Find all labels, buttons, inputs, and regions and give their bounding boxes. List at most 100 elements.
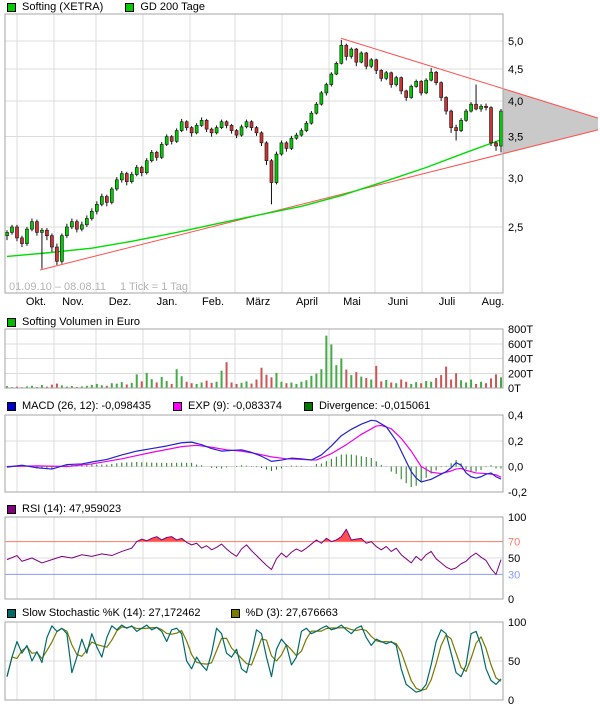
volume-bar [216, 382, 218, 388]
candle-body [220, 122, 223, 128]
volume-bar [315, 374, 317, 388]
candle-body [460, 120, 463, 130]
lower-trendline [40, 130, 598, 270]
period-label: 01.09.10 – 08.08.11 [9, 281, 106, 293]
candle-body [385, 73, 388, 78]
candle-body [60, 236, 63, 262]
volume-bar [241, 383, 243, 388]
candle-body [70, 222, 73, 227]
panel-border [5, 14, 503, 293]
candle-body [95, 204, 98, 211]
candle-body [435, 72, 438, 82]
volume-bar [236, 384, 238, 388]
volume-bar [320, 369, 322, 388]
candle-body [390, 73, 393, 85]
candle-body [210, 129, 213, 133]
candle-body [375, 60, 378, 71]
volume-bar [280, 382, 282, 388]
candle-body [65, 227, 68, 236]
volume-bar [370, 380, 372, 388]
volume-bar [450, 380, 452, 388]
volume-bar [405, 382, 407, 388]
volume-bar [206, 381, 208, 388]
candle-body [130, 174, 133, 181]
candle-body [495, 143, 498, 146]
volume-bar [191, 383, 193, 388]
volume-bar [126, 384, 128, 388]
candle-body [75, 222, 78, 229]
candle-body [215, 128, 218, 133]
volume-bar [275, 373, 277, 388]
y-axis-label: 5,0 [508, 36, 523, 48]
candle-body [155, 152, 158, 157]
y-axis-label: 200T [508, 368, 533, 380]
volume-bar [166, 381, 168, 388]
candle-body [40, 230, 43, 232]
candle-body [180, 122, 183, 131]
candle-body [310, 113, 313, 123]
y-axis-label: 2,5 [508, 222, 523, 234]
volume-bar [455, 373, 457, 388]
rsi-overbought-fill [7, 529, 501, 574]
volume-bar [325, 336, 327, 388]
candle-body [335, 63, 338, 74]
chart-page: Softing (XETRA) GD 200 Tage Softing Volu… [0, 0, 600, 710]
y-axis-label: 0,2 [508, 436, 523, 448]
volume-bar [335, 365, 337, 388]
month-label: April [296, 296, 318, 308]
candle-body [440, 83, 443, 98]
volume-bar [480, 382, 482, 388]
volume-bar [380, 381, 382, 388]
candle-body [480, 106, 483, 109]
candle-body [45, 230, 48, 235]
y-axis-label: 0,4 [508, 410, 523, 422]
month-label: März [246, 296, 270, 308]
candle-body [55, 247, 58, 261]
candle-body [230, 125, 233, 130]
volume-bar [141, 381, 143, 388]
volume-bar [340, 359, 342, 389]
candle-body [475, 104, 478, 109]
y-axis-label: -0,2 [508, 487, 527, 499]
candle-body [165, 137, 168, 145]
month-label: Jan. [157, 296, 178, 308]
candle-body [205, 120, 208, 129]
y-axis-label: 0 [508, 695, 514, 707]
month-label: Feb. [202, 296, 224, 308]
candle-body [380, 70, 383, 78]
candle-body [120, 174, 123, 180]
volume-bar [260, 368, 262, 388]
volume-bar [350, 375, 352, 388]
candle-body [365, 53, 368, 66]
volume-bar [490, 378, 492, 388]
candle-body [500, 111, 503, 146]
volume-bar [56, 384, 58, 388]
volume-bar [305, 380, 307, 388]
candle-body [470, 104, 473, 111]
month-label: Juli [439, 296, 456, 308]
candle-body [25, 229, 28, 243]
volume-bar [221, 371, 223, 388]
volume-bar [270, 377, 272, 388]
candle-body [250, 122, 253, 128]
volume-bar [415, 382, 417, 388]
volume-bar [330, 344, 332, 388]
volume-bar [400, 380, 402, 388]
candle-body [245, 122, 248, 127]
candle-body [30, 222, 33, 229]
volume-bar [495, 374, 497, 388]
candle-body [355, 49, 358, 62]
y-axis-label: 100 [508, 512, 526, 524]
volume-bar [395, 383, 397, 388]
volume-bar [430, 382, 432, 388]
candle-body [85, 219, 88, 225]
candle-body [270, 161, 273, 183]
volume-bar [300, 382, 302, 388]
volume-bar [365, 378, 367, 388]
candle-body [160, 144, 163, 157]
candle-body [20, 238, 23, 244]
volume-bar [355, 372, 357, 388]
y-axis-label: 30 [508, 569, 520, 581]
candle-body [175, 131, 178, 142]
candle-body [290, 138, 293, 148]
